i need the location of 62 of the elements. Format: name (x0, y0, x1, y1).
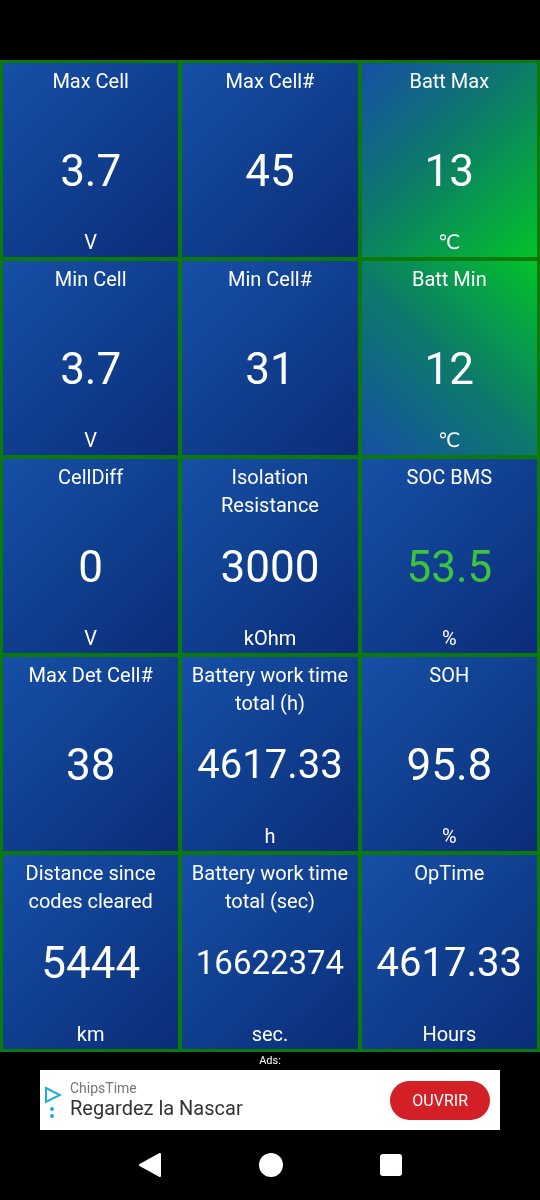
gauge-tile[interactable]: OpTime 4617.33 Hours (361, 855, 537, 1049)
gauge-value: 0 (78, 542, 104, 592)
gauge-tile[interactable]: Battery work time total (sec) 16622374 sec. (182, 855, 358, 1049)
gauge-title: Batt Min (411, 266, 487, 293)
gauge-title: Max Cell# (225, 68, 315, 95)
gauge-tile[interactable]: Batt Max 13 ℃ (361, 63, 537, 257)
gauge-tile[interactable]: Min Cell# 31 (182, 261, 358, 455)
gauge-tile[interactable]: CellDiff 0 V (3, 459, 179, 653)
gauge-value: 4617.33 (376, 941, 523, 985)
gauge-tile[interactable]: Max Cell# 45 (182, 63, 358, 257)
gauge-unit: ℃ (438, 229, 461, 255)
gauge-unit: V (84, 229, 98, 255)
gauge-tile[interactable]: Distance since codes cleared 5444 km (3, 855, 179, 1049)
gauge-title: Battery work time total (sec) (190, 860, 350, 915)
home-icon[interactable] (258, 1152, 284, 1178)
gauge-value: 45 (245, 146, 295, 196)
gauge-title: Max Cell (52, 68, 129, 95)
gauge-value: 53.5 (406, 542, 493, 592)
ad-advertiser: ChipsTime (70, 1080, 138, 1096)
gauge-unit: V (84, 427, 98, 453)
gauge-value: 12 (424, 344, 475, 394)
gauge-unit: Hours (422, 1021, 477, 1047)
gauge-value: 5444 (41, 938, 141, 988)
gauge-title: Distance since codes cleared (24, 860, 157, 915)
gauge-value: 3.7 (60, 344, 122, 394)
gauge-title: Isolation Resistance (220, 464, 320, 519)
gauge-title: OpTime (414, 860, 485, 887)
gauge-value: 95.8 (406, 740, 493, 790)
gauge-tile[interactable]: Max Cell 3.7 V (3, 63, 179, 257)
gauge-title: SOC BMS (406, 464, 493, 491)
gauge-unit: km (76, 1021, 105, 1047)
gauge-unit: V (84, 625, 98, 651)
gauge-unit: kOhm (243, 625, 297, 651)
gauge-value: 13 (424, 146, 475, 196)
gauge-title: CellDiff (58, 464, 124, 491)
gauge-value: 3.7 (60, 146, 122, 196)
gauge-unit: sec. (251, 1021, 289, 1047)
ad-headline: Regardez la Nascar (70, 1096, 244, 1120)
gauge-value: 3000 (220, 542, 320, 592)
gauge-tile[interactable]: Batt Min 12 ℃ (361, 261, 537, 455)
gauge-tile[interactable]: SOC BMS 53.5 % (361, 459, 537, 653)
gauge-unit: % (442, 823, 457, 849)
gauge-title: Battery work time total (h) (190, 662, 350, 717)
gauge-title: Max Det Cell# (28, 662, 153, 689)
gauge-value: 4617.33 (197, 743, 343, 787)
gauge-title: SOH (429, 662, 470, 689)
ad-banner[interactable]: ChipsTime Regardez la Nascar OUVRIR (40, 1070, 500, 1130)
gauge-title: Min Cell (54, 266, 127, 293)
gauge-tile[interactable]: Max Det Cell# 38 (3, 657, 179, 851)
gauge-tile[interactable]: Min Cell 3.7 V (3, 261, 179, 455)
gauge-title: Min Cell# (228, 266, 312, 293)
gauge-unit: h (264, 823, 276, 849)
gauge-value: 16622374 (195, 944, 345, 982)
gauge-value: 38 (65, 740, 116, 790)
gauge-value: 31 (245, 344, 295, 394)
gauge-title: Batt Max (409, 68, 490, 95)
gauge-unit: % (442, 625, 457, 651)
gauge-unit: ℃ (438, 427, 461, 453)
ads-label: Ads: (258, 1053, 282, 1069)
back-icon[interactable] (138, 1152, 162, 1178)
gauge-tile[interactable]: SOH 95.8 % (361, 657, 537, 851)
open-button[interactable]: OUVRIR (390, 1080, 490, 1120)
